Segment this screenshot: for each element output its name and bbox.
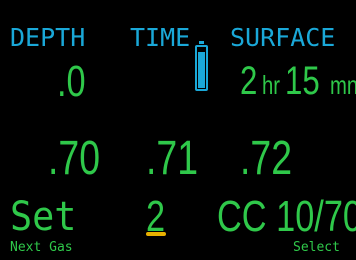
ppo2-sensor-1: .70 [48, 132, 101, 185]
surface-interval: 2 hr 15 mn [240, 58, 356, 104]
surface-hours: 2 [240, 59, 258, 103]
battery-level-fill [198, 52, 205, 88]
surface-label: SURFACE [230, 23, 336, 52]
depth-label: DEPTH [10, 23, 86, 52]
surface-minutes-unit: mn [329, 70, 356, 100]
selection-cursor [146, 232, 166, 236]
softkey-next-gas[interactable]: Next Gas [10, 240, 73, 256]
gas-mix: CC 10/70 [217, 192, 356, 241]
set-label: Set [10, 194, 77, 240]
battery-icon [195, 41, 208, 91]
ppo2-sensor-2: .71 [146, 132, 199, 185]
time-label: TIME [130, 23, 191, 52]
softkey-select[interactable]: Select [293, 240, 340, 256]
ppo2-sensor-3: .72 [240, 132, 293, 185]
surface-hours-unit: hr [262, 70, 281, 100]
depth-value: .0 [57, 57, 86, 106]
dive-computer-screen: DEPTH TIME SURFACE .0 2 hr 15 mn .70 .71 .7… [0, 0, 356, 260]
surface-minutes: 15 [285, 59, 321, 103]
